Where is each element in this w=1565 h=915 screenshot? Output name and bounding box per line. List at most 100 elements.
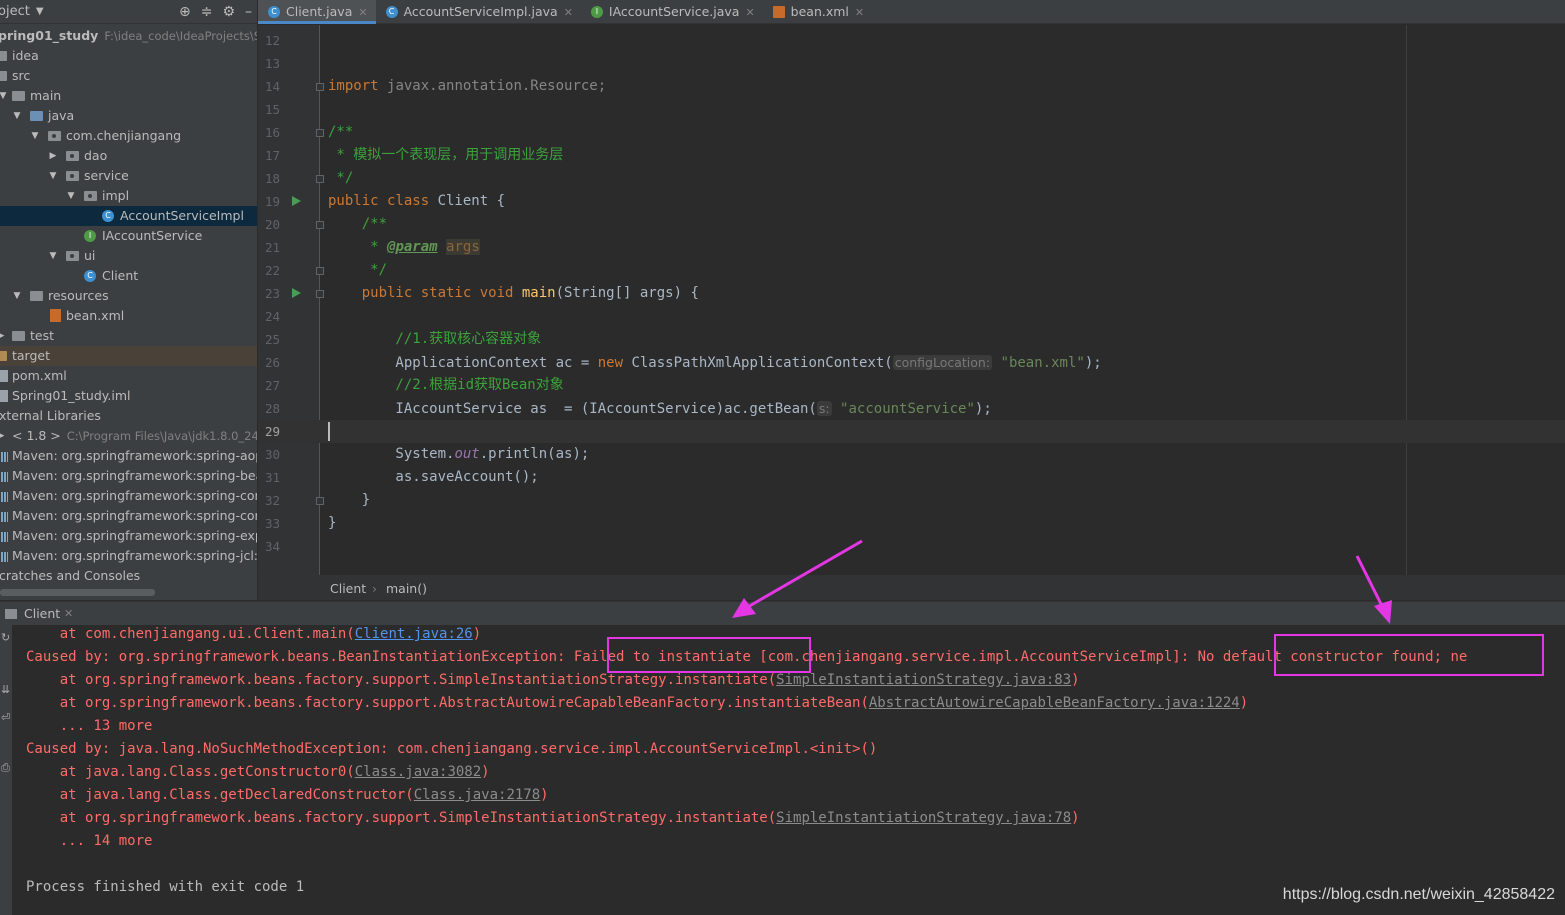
line-number: 20 bbox=[264, 217, 280, 232]
expand-arrow-icon[interactable]: ▼ bbox=[48, 166, 58, 186]
tree-item-impl[interactable]: ▼ impl bbox=[0, 186, 257, 206]
code-editor[interactable]: 12 13 14 import javax.annotation.Resource… bbox=[258, 25, 1565, 575]
close-icon[interactable]: ✕ bbox=[855, 6, 864, 19]
collapse-arrow-icon[interactable]: ▶ bbox=[0, 326, 6, 346]
tab-client-java[interactable]: C Client.java ✕ bbox=[258, 0, 376, 24]
fold-icon[interactable] bbox=[316, 267, 324, 275]
console-line: at com.chenjiangang.ui.Client.main(Clien… bbox=[26, 625, 481, 646]
tree-item-target[interactable]: target bbox=[0, 346, 257, 366]
class-icon: C bbox=[102, 210, 114, 222]
fold-icon[interactable] bbox=[316, 175, 324, 183]
tree-item-label: Maven: org.springframework:spring-conte bbox=[12, 488, 258, 503]
collapse-icon[interactable]: ≑ bbox=[201, 4, 213, 20]
locate-icon[interactable]: ⊕ bbox=[179, 4, 191, 20]
tree-item-iml[interactable]: Spring01_study.iml bbox=[0, 386, 257, 406]
collapse-arrow-icon[interactable]: ▶ bbox=[48, 146, 58, 166]
expand-arrow-icon[interactable]: ▼ bbox=[0, 86, 8, 106]
code-line: 21 * @param args bbox=[258, 236, 1565, 259]
tree-item-maven-core[interactable]: Maven: org.springframework:spring-core: bbox=[0, 506, 258, 526]
tree-item-external-libraries[interactable]: xternal Libraries bbox=[0, 406, 257, 426]
close-icon[interactable]: ✕ bbox=[564, 6, 573, 19]
expand-arrow-icon[interactable]: ▼ bbox=[30, 126, 40, 146]
fold-icon[interactable] bbox=[316, 290, 324, 298]
stacktrace-link[interactable]: SimpleInstantiationStrategy.java:83 bbox=[776, 672, 1071, 688]
stacktrace-link[interactable]: Class.java:2178 bbox=[414, 787, 540, 803]
tree-item-service[interactable]: ▼ service bbox=[0, 166, 257, 186]
tree-item-client[interactable]: C Client bbox=[0, 266, 257, 286]
close-icon[interactable]: ✕ bbox=[358, 6, 367, 19]
expand-arrow-icon[interactable]: ▼ bbox=[66, 186, 76, 206]
tree-item-iaccountservice[interactable]: I IAccountService bbox=[0, 226, 257, 246]
line-number: 13 bbox=[264, 56, 280, 71]
tree-root[interactable]: pring01_study F:\idea_code\IdeaProjects\S… bbox=[0, 26, 257, 46]
xml-file-icon bbox=[50, 309, 61, 322]
chevron-down-icon[interactable]: ▼ bbox=[36, 6, 44, 17]
stacktrace-link[interactable]: AbstractAutowireCapableBeanFactory.java:… bbox=[869, 695, 1240, 711]
tree-item-jdk[interactable]: ▶ < 1.8 > C:\Program Files\Java\jdk1.8.0_… bbox=[0, 426, 257, 446]
tree-item-main[interactable]: ▼ main bbox=[0, 86, 257, 106]
tree-item-src[interactable]: src bbox=[0, 66, 257, 86]
console-output[interactable]: at com.chenjiangang.ui.Client.main(Clien… bbox=[12, 625, 1565, 915]
tab-iaccountservice-java[interactable]: I IAccountService.java ✕ bbox=[581, 0, 763, 24]
soft-wrap-icon[interactable]: ⏎ bbox=[1, 711, 10, 724]
expand-arrow-icon[interactable]: ▼ bbox=[48, 246, 58, 266]
interface-icon: I bbox=[590, 6, 603, 18]
gear-icon[interactable]: ⚙ bbox=[222, 4, 235, 20]
folder-icon bbox=[12, 91, 25, 101]
code-line: 30 System.out.println(as); bbox=[258, 443, 1565, 466]
close-icon[interactable]: ✕ bbox=[64, 602, 73, 626]
tree-item-maven-context[interactable]: Maven: org.springframework:spring-conte bbox=[0, 486, 258, 506]
project-scrollbar[interactable] bbox=[0, 589, 155, 596]
code-comment: * bbox=[328, 239, 388, 255]
tree-item-label: Maven: org.springframework:spring-aop:5 bbox=[12, 448, 258, 463]
tree-item-label: xternal Libraries bbox=[0, 408, 101, 423]
current-code-line[interactable]: 29 bbox=[258, 420, 1565, 443]
tree-item-package[interactable]: ▼ com.chenjiangang bbox=[0, 126, 257, 146]
tab-accountserviceimpl-java[interactable]: C AccountServiceImpl.java ✕ bbox=[376, 0, 581, 24]
tree-item-maven-aop[interactable]: Maven: org.springframework:spring-aop:5 bbox=[0, 446, 258, 466]
print-icon[interactable]: ⎙ bbox=[1, 761, 10, 775]
console-line: at java.lang.Class.getConstructor0(Class… bbox=[26, 761, 490, 784]
scroll-to-end-icon[interactable]: ⇊ bbox=[1, 683, 10, 696]
breadcrumb-item-client[interactable]: Client bbox=[330, 576, 366, 601]
close-icon[interactable]: ✕ bbox=[745, 6, 754, 19]
fold-icon[interactable] bbox=[316, 83, 324, 91]
tree-item-label: com.chenjiangang bbox=[66, 128, 182, 143]
excluded-folder-icon bbox=[0, 351, 7, 361]
project-view-selector[interactable]: oject bbox=[0, 4, 30, 19]
expand-arrow-icon[interactable]: ▼ bbox=[12, 106, 22, 126]
run-gutter-icon[interactable] bbox=[292, 288, 301, 298]
collapse-arrow-icon[interactable]: ▶ bbox=[0, 426, 6, 446]
run-tab-client[interactable]: Client bbox=[24, 602, 60, 626]
class-icon: C bbox=[84, 270, 96, 282]
stacktrace-link[interactable]: SimpleInstantiationStrategy.java:78 bbox=[776, 810, 1071, 826]
tree-item-pom[interactable]: pom.xml bbox=[0, 366, 257, 386]
stacktrace-link[interactable]: Client.java:26 bbox=[355, 626, 473, 642]
tree-item-maven-jcl[interactable]: Maven: org.springframework:spring-jcl:5.… bbox=[0, 546, 257, 566]
hide-icon[interactable]: – bbox=[245, 4, 252, 20]
tree-item-bean-xml[interactable]: bean.xml bbox=[0, 306, 257, 326]
code-line: 34 bbox=[258, 535, 1565, 558]
run-gutter-icon[interactable] bbox=[292, 196, 301, 206]
tab-bean-xml[interactable]: bean.xml ✕ bbox=[763, 0, 872, 24]
tree-item-ui[interactable]: ▼ ui bbox=[0, 246, 257, 266]
fold-icon[interactable] bbox=[316, 221, 324, 229]
tree-item-resources[interactable]: ▼ resources bbox=[0, 286, 257, 306]
tree-item-idea[interactable]: idea bbox=[0, 46, 257, 66]
tree-item-test[interactable]: ▶ test bbox=[0, 326, 257, 346]
library-icon bbox=[0, 472, 8, 482]
tree-item-label: Maven: org.springframework:spring-core: bbox=[12, 508, 258, 523]
expand-arrow-icon[interactable]: ▼ bbox=[12, 286, 22, 306]
tree-item-dao[interactable]: ▶ dao bbox=[0, 146, 257, 166]
tree-item-maven-beans[interactable]: Maven: org.springframework:spring-beans bbox=[0, 466, 257, 486]
fold-icon[interactable] bbox=[316, 129, 324, 137]
breadcrumb-item-main[interactable]: main() bbox=[386, 576, 427, 601]
tree-item-accountserviceimpl[interactable]: C AccountServiceImpl bbox=[0, 206, 257, 226]
rerun-icon[interactable]: ↻ bbox=[1, 631, 10, 644]
tree-item-java[interactable]: ▼ java bbox=[0, 106, 257, 126]
tree-item-maven-expression[interactable]: Maven: org.springframework:spring-expre bbox=[0, 526, 257, 546]
stacktrace-link[interactable]: Class.java:3082 bbox=[355, 764, 481, 780]
code-comment: /** bbox=[328, 124, 354, 140]
tree-item-scratches[interactable]: cratches and Consoles bbox=[0, 566, 257, 586]
fold-icon[interactable] bbox=[316, 497, 324, 505]
